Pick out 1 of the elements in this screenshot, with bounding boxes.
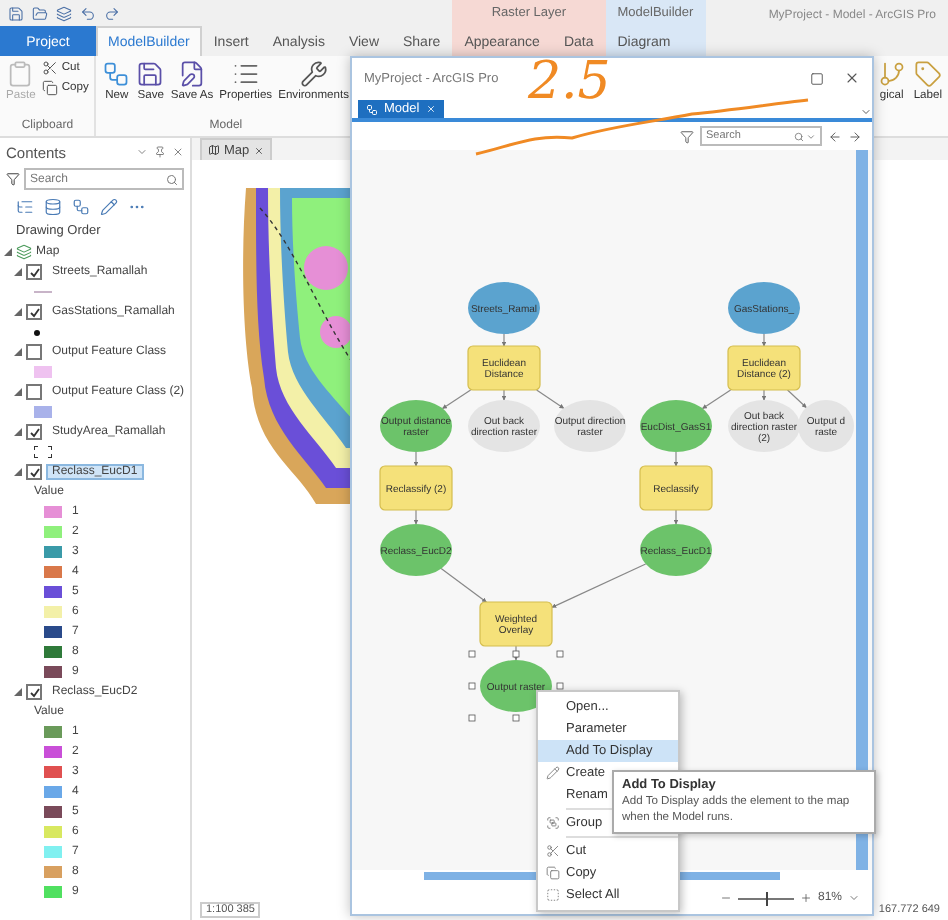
handwritten-note: 2.5 [528,56,611,108]
